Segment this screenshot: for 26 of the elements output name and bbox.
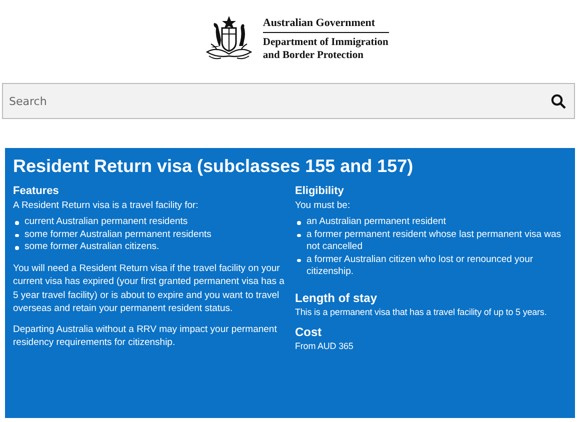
section-heading: Features [13,185,60,197]
bullet-icon [15,221,18,224]
department-name: Department of Immigration and Border Protection [262,36,390,62]
section-heading: Eligibility [295,185,345,197]
bullet-text: some former Australian citizens. [24,241,160,254]
bullet-icon [297,234,300,237]
paragraph: You will need a Resident Return visa if the travel facility on your current visa has expired (your first granted permanent visa has a 5 year travel facility) or is about to expire and you want to travel overseas and retain your permanent resident status. [13,262,285,316]
bullet-icon [297,258,300,262]
paragraph: Departing Australia without a RRV may impact your permanent residency requirements for citizenship. [13,322,278,350]
bullet-icon [15,234,18,237]
section-text: From AUD 365 [295,340,354,350]
visa-title: Resident Return visa (subclasses 155 and 157) [13,156,414,177]
section-heading: Cost [295,324,323,338]
search-field[interactable]: Search [2,83,575,119]
bullet-text: some former Australian permanent residents [24,228,212,241]
bullet-icon [297,221,300,224]
section-heading: Length of stay [295,290,378,304]
bullet-text: current Australian permanent residents [24,216,188,228]
section-text: This is a permanent visa that has a travel facility of up to 5 years. [295,306,548,316]
intro-text: A Resident Return visa is a travel facility for: [13,200,200,211]
bullet-text: a former Australian citizen who lost or renounced your citizenship. [306,254,534,278]
bullet-text: an Australian permanent resident [306,216,446,228]
intro-text: You must be: [295,200,352,211]
search-icon[interactable] [551,94,566,109]
bullet-icon [15,246,18,250]
government-name: Australian Government [262,16,390,32]
